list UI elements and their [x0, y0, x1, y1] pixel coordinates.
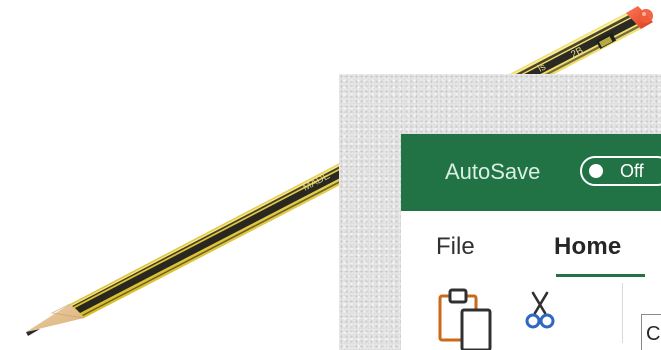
- pencil-cap: [626, 6, 653, 29]
- title-bar: AutoSave Off: [401, 134, 661, 211]
- pencil-tip: [26, 303, 85, 336]
- pencil-imprint-2b: 2B: [569, 45, 585, 61]
- autosave-toggle[interactable]: Off: [580, 156, 661, 186]
- autosave-label: AutoSave: [445, 159, 541, 184]
- ribbon-group-divider: [622, 283, 623, 343]
- ribbon-tab-bar: File Home: [401, 211, 661, 278]
- font-name-box[interactable]: C: [641, 314, 661, 350]
- scissors-cut-icon[interactable]: [523, 291, 557, 335]
- pencil-imprint-is: is: [536, 62, 548, 75]
- tab-home[interactable]: Home: [554, 232, 621, 262]
- pencil-imprint-made: MADE: [301, 170, 332, 193]
- toggle-knob: [589, 164, 603, 178]
- autosave-toggle-state: Off: [620, 161, 644, 181]
- ribbon-commands: C: [401, 277, 661, 350]
- tab-file[interactable]: File: [436, 232, 475, 262]
- pencil-label-box: [596, 32, 617, 49]
- clipboard-paste-icon[interactable]: [434, 286, 494, 350]
- excel-window-crop: AutoSave Off File Home C: [401, 134, 661, 350]
- screenshot-scene: MADE 2B is AutoSave Off File Home C: [0, 0, 661, 350]
